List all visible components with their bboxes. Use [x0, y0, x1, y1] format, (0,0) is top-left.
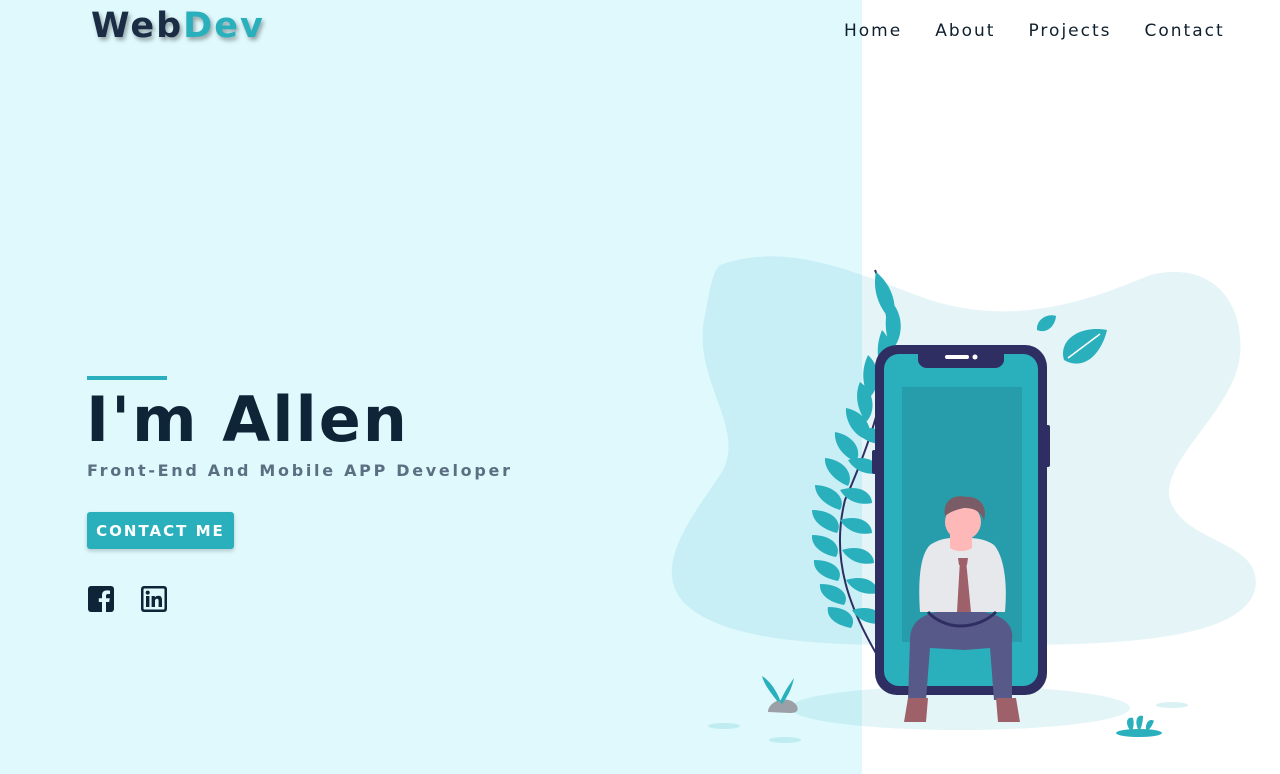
rock-plant — [762, 676, 798, 713]
nav-about[interactable]: About — [935, 20, 995, 42]
hero-subtitle: Front-End And Mobile APP Developer — [87, 461, 513, 480]
developer-illustration — [671, 256, 1256, 743]
contact-me-button[interactable]: CONTACT ME — [87, 512, 234, 549]
main-nav: Home About Projects Contact — [844, 20, 1225, 42]
logo[interactable]: WebDev — [91, 4, 265, 48]
nav-home[interactable]: Home — [844, 20, 902, 42]
nav-contact[interactable]: Contact — [1145, 20, 1225, 42]
nav-projects[interactable]: Projects — [1028, 20, 1111, 42]
ground-plant — [1116, 715, 1162, 737]
social-links — [88, 586, 167, 612]
logo-part-web: Web — [91, 6, 184, 46]
linkedin-icon[interactable] — [141, 586, 167, 612]
logo-part-dev: Dev — [183, 6, 265, 46]
facebook-icon[interactable] — [88, 586, 114, 612]
hero-accent-bar — [87, 376, 167, 380]
hero-title: I'm Allen — [86, 383, 409, 456]
